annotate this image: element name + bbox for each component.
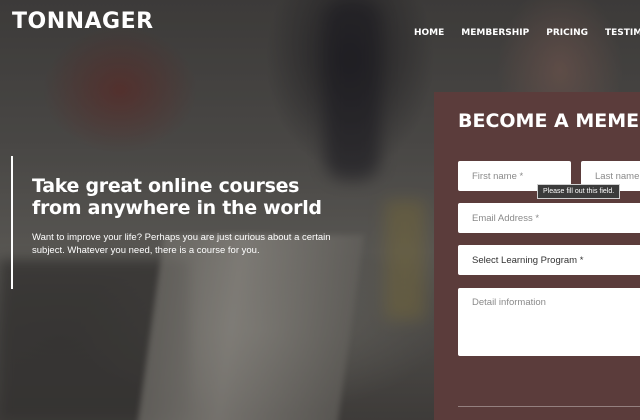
hero-title: Take great online courses from anywhere … — [32, 175, 322, 219]
brand-logo[interactable]: TONNAGER — [12, 9, 154, 34]
validation-tooltip: Please fill out this field. — [537, 184, 621, 199]
email-field[interactable]: Email Address * — [458, 203, 640, 233]
membership-form-panel: BECOME A MEME First name * Last name Ema… — [434, 92, 640, 420]
hero-accent-line — [11, 156, 13, 289]
learning-program-select[interactable]: Select Learning Program * — [458, 245, 640, 275]
main-nav: HOME MEMBERSHIP PRICING TESTIMONI — [414, 28, 640, 38]
nav-pricing[interactable]: PRICING — [546, 28, 588, 38]
nav-membership[interactable]: MEMBERSHIP — [461, 28, 529, 38]
detail-information-textarea[interactable]: Detail information — [458, 288, 640, 356]
nav-testimonials[interactable]: TESTIMONI — [605, 28, 640, 38]
form-title: BECOME A MEME — [458, 110, 640, 132]
nav-home[interactable]: HOME — [414, 28, 444, 38]
hero-subtitle: Want to improve your life? Perhaps you a… — [32, 232, 331, 256]
form-divider — [458, 406, 640, 407]
